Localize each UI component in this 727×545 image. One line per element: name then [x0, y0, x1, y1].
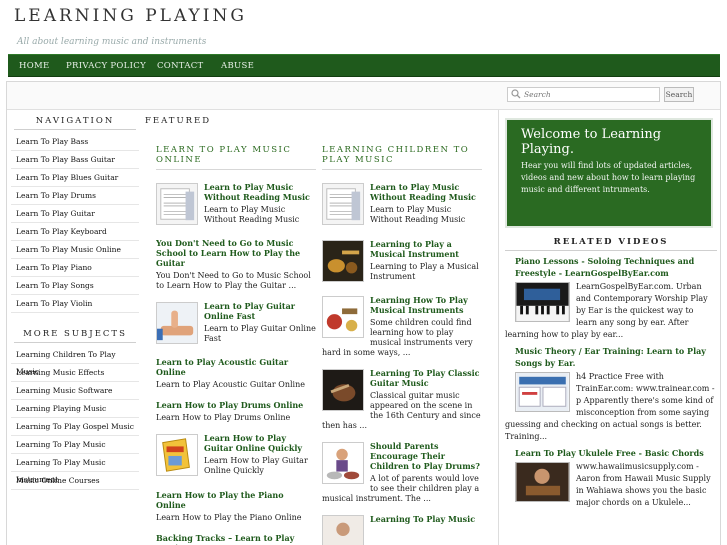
nav-link[interactable]: Learn To Play Bass Guitar — [11, 151, 139, 169]
content-container: Search NAVIGATION Learn To Play Bass Lea… — [6, 81, 721, 545]
ear-training-video-thumbnail[interactable] — [515, 372, 570, 412]
nav-link[interactable]: Learn To Play Guitar — [11, 205, 139, 223]
video-item: Piano Lessons - Soloing Techniques and F… — [505, 255, 717, 341]
guitar-course-box-thumbnail[interactable] — [156, 434, 198, 476]
subject-link[interactable]: Learning To Play Gospel Music — [11, 418, 139, 436]
post-thumbnail[interactable] — [322, 515, 364, 545]
post-item: Learn How to Play the Piano Online Learn… — [156, 490, 316, 523]
nav-privacy-policy[interactable]: PRIVACY POLICY — [66, 61, 146, 71]
post-title[interactable]: Learn How to Play Drums Online — [156, 400, 316, 410]
subject-link[interactable]: Learning To Play Music Instrument — [11, 454, 139, 484]
left-sidebar: NAVIGATION Learn To Play Bass Learn To P… — [11, 116, 139, 490]
search-button[interactable]: Search — [664, 87, 694, 102]
nav-link[interactable]: Learn To Play Music Online — [11, 241, 139, 259]
post-item: Learning To Play Music — [322, 514, 482, 545]
featured-column-title[interactable]: LEARN TO PLAY MUSIC ONLINE — [156, 145, 316, 170]
video-title[interactable]: Learn To Play Ukulele Free - Basic Chord… — [505, 447, 717, 459]
thumbs-up-thumbnail[interactable] — [156, 302, 198, 344]
welcome-text: Hear you will find lots of updated artic… — [521, 161, 696, 194]
post-item: Learning to Play a Musical Instrument Le… — [322, 239, 482, 286]
featured-column-2: LEARNING CHILDREN TO PLAY MUSIC Learn to… — [322, 145, 482, 545]
post-item: Learning To Play Classic Guitar Music Cl… — [322, 368, 482, 431]
post-item: Learn How to Play Guitar Online Quickly … — [156, 433, 316, 480]
subject-link[interactable]: Learning To Play Music — [11, 436, 139, 454]
subject-link[interactable]: Learning Music Effects — [11, 364, 139, 382]
post-item: Learn to Play Music Without Reading Musi… — [322, 182, 482, 229]
video-title[interactable]: Piano Lessons - Soloing Techniques and F… — [505, 255, 717, 279]
site-title[interactable]: LEARNING PLAYING — [14, 6, 247, 26]
post-title[interactable]: Learn to Play Acoustic Guitar Online — [156, 357, 316, 377]
nav-link[interactable]: Learn To Play Bass — [11, 133, 139, 151]
post-item: Learn to Play Music Without Reading Musi… — [156, 182, 316, 229]
related-videos: RELATED VIDEOS Piano Lessons - Soloing T… — [505, 232, 717, 509]
post-item: Learning How To Play Musical Instruments… — [322, 295, 482, 358]
column-divider — [498, 110, 499, 545]
welcome-box: Welcome to Learning Playing. Hear you wi… — [505, 118, 713, 228]
subject-link[interactable]: Learning Music Software — [11, 382, 139, 400]
piano-video-thumbnail[interactable] — [515, 282, 570, 322]
nav-link[interactable]: Learn To Play Violin — [11, 295, 139, 313]
featured-title: FEATURED — [145, 116, 212, 126]
navigation-list: Learn To Play Bass Learn To Play Bass Gu… — [11, 133, 139, 313]
subject-link[interactable]: Learning Children To Play Music — [11, 346, 139, 376]
post-item: Backing Tracks – Learn to Play Music — [156, 533, 316, 545]
video-item: Music Theory / Ear Training: Learn to Pl… — [505, 345, 717, 443]
ukulele-video-thumbnail[interactable] — [515, 462, 570, 502]
featured-column-title[interactable]: LEARNING CHILDREN TO PLAY MUSIC — [322, 145, 482, 170]
nav-link[interactable]: Learn To Play Songs — [11, 277, 139, 295]
nav-contact[interactable]: CONTACT — [157, 61, 204, 71]
navigation-title: NAVIGATION — [14, 116, 136, 130]
nav-link[interactable]: Learn To Play Blues Guitar — [11, 169, 139, 187]
musical-instruments-thumbnail[interactable] — [322, 296, 364, 338]
post-title[interactable]: Backing Tracks – Learn to Play Music — [156, 533, 316, 545]
post-excerpt: Learn How to Play the Piano Online — [156, 513, 302, 522]
post-title[interactable]: You Don't Need to Go to Music School to … — [156, 238, 316, 268]
sheet-music-thumbnail[interactable] — [156, 183, 198, 225]
search-icon — [511, 89, 521, 99]
post-item: You Don't Need to Go to Music School to … — [156, 238, 316, 291]
welcome-title: Welcome to Learning Playing. — [521, 127, 662, 157]
post-title[interactable]: Learn How to Play the Piano Online — [156, 490, 316, 510]
nav-link[interactable]: Learn To Play Drums — [11, 187, 139, 205]
main-nav: HOME PRIVACY POLICY CONTACT ABUSE — [8, 54, 720, 77]
search-bar: Search — [7, 82, 720, 110]
nav-link[interactable]: Learn To Play Keyboard — [11, 223, 139, 241]
nav-abuse[interactable]: ABUSE — [221, 61, 254, 71]
sheet-music-thumbnail[interactable] — [322, 183, 364, 225]
featured-column-1: LEARN TO PLAY MUSIC ONLINE Learn to Play… — [156, 145, 316, 545]
post-excerpt: Learn to Play Acoustic Guitar Online — [156, 380, 305, 389]
video-title[interactable]: Music Theory / Ear Training: Learn to Pl… — [505, 345, 717, 369]
post-excerpt: You Don't Need to Go to Music School to … — [156, 271, 311, 290]
nav-link[interactable]: Learn To Play Piano — [11, 259, 139, 277]
child-drummer-thumbnail[interactable] — [322, 442, 364, 484]
post-item: Learn to Play Acoustic Guitar Online Lea… — [156, 357, 316, 390]
instruments-thumbnail[interactable] — [322, 240, 364, 282]
nav-home[interactable]: HOME — [19, 61, 50, 71]
subject-link[interactable]: Music Online Courses — [11, 472, 139, 490]
related-videos-title: RELATED VIDEOS — [505, 232, 717, 251]
post-excerpt: Learn How to Play Drums Online — [156, 413, 291, 422]
post-item: Should Parents Encourage Their Children … — [322, 441, 482, 504]
more-subjects-title: MORE SUBJECTS — [14, 329, 136, 343]
post-item: Learn to Play Guitar Online Fast Learn t… — [156, 301, 316, 348]
subject-link[interactable]: Learning Playing Music — [11, 400, 139, 418]
more-subjects-list: Learning Children To Play Music Learning… — [11, 346, 139, 490]
post-item: Learn How to Play Drums Online Learn How… — [156, 400, 316, 423]
video-item: Learn To Play Ukulele Free - Basic Chord… — [505, 447, 717, 509]
site-tagline: All about learning music and instruments — [17, 37, 207, 47]
classical-guitar-thumbnail[interactable] — [322, 369, 364, 411]
search-input[interactable] — [507, 87, 660, 102]
